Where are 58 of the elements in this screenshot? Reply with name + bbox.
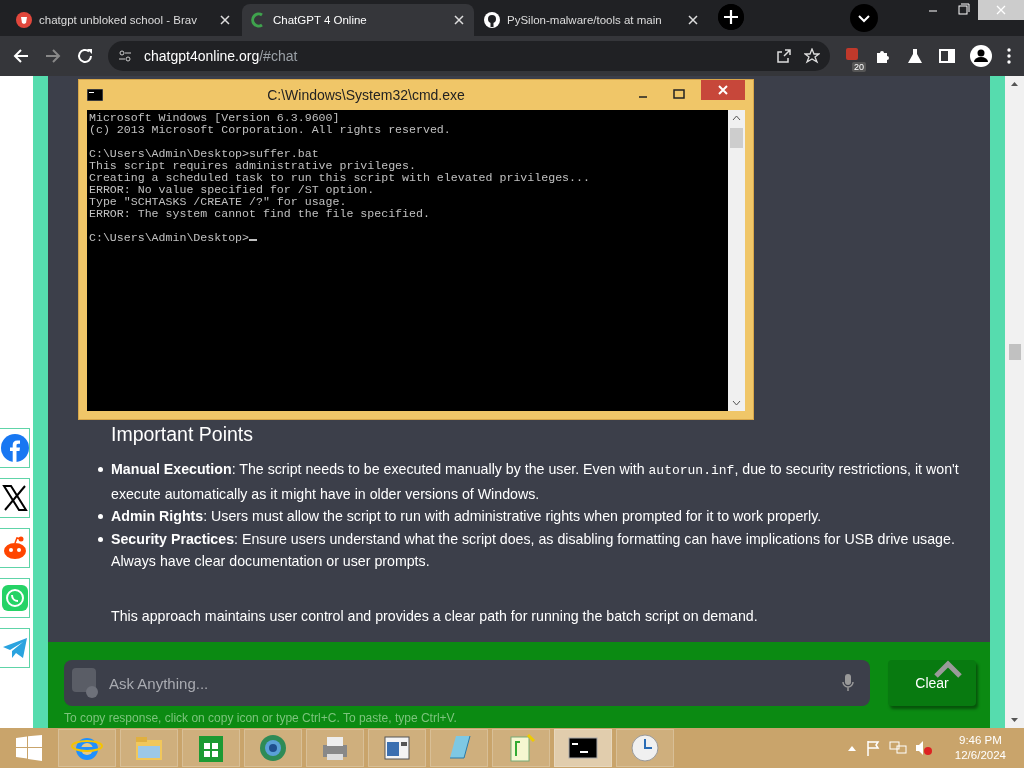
console-line: ERROR: The system cannot find the file specified. xyxy=(89,208,431,220)
facebook-icon[interactable] xyxy=(0,434,29,462)
back-icon[interactable] xyxy=(12,47,30,65)
microphone-icon[interactable] xyxy=(842,674,854,692)
console-line: Type "SCHTASKS /CREATE /?" for usage. xyxy=(89,196,348,208)
clock-time: 9:46 PM xyxy=(959,733,1002,748)
browser-tab[interactable]: ChatGPT 4 Online xyxy=(242,4,474,36)
bullet-text: Manual Execution: The script needs to be executed manually by the user. Even with autorun.inf, due to security restrictions, it won't execute automatically as it might have in older versions of Windows. xyxy=(111,460,960,504)
profile-icon[interactable] xyxy=(970,45,992,67)
scrollbar[interactable] xyxy=(728,110,745,411)
chevron-down-icon[interactable] xyxy=(850,4,878,32)
plus-icon[interactable] xyxy=(718,3,744,30)
hint-text: To copy response, click on copy icon or type Ctrl+C. To paste, type Ctrl+V. xyxy=(64,712,458,724)
more-icon[interactable] xyxy=(1006,47,1012,65)
x-logo-icon[interactable] xyxy=(0,484,29,512)
avatar-icon xyxy=(72,668,98,698)
console-line: ERROR: No value specified for /ST option. xyxy=(89,184,376,196)
bullet-text: Security Practices: Ensure users understand what the script does, as disabling formatting can have implications for USB drive usage. Always have clear documentation or user prompts. xyxy=(111,529,956,571)
browser-tab[interactable]: PySilon-malware/tools at main xyxy=(476,4,708,36)
console-icon xyxy=(87,89,103,101)
shield-icon xyxy=(16,12,32,28)
extension-badge: 20 xyxy=(852,62,866,72)
share-icon[interactable] xyxy=(776,48,792,64)
clock-icon xyxy=(628,732,662,764)
message-field[interactable]: Ask Anything... xyxy=(64,660,870,706)
close-icon[interactable] xyxy=(686,15,700,25)
speaker-muted-icon[interactable] xyxy=(914,740,933,756)
star-icon[interactable] xyxy=(804,48,820,64)
caret-up-icon[interactable] xyxy=(846,744,857,752)
close-icon[interactable] xyxy=(218,15,232,25)
clear-button[interactable]: Clear xyxy=(888,660,976,706)
paragraph: This approach maintains user control and provides a clear path for running the batch script on demand. xyxy=(111,606,759,626)
console-line: This script requires administrative privileges. xyxy=(89,160,417,172)
section-heading: Important Points xyxy=(111,422,254,446)
extension-icon[interactable] xyxy=(844,46,860,62)
browser-tab[interactable]: chatgpt unbloked school - Brav xyxy=(8,4,240,36)
bullet-text: Admin Rights: Users must allow the script to run with administrative rights when prompted for it to work properly. xyxy=(111,507,822,526)
console-line: C:\Users\Admin\Desktop> xyxy=(89,232,726,244)
reload-icon[interactable] xyxy=(76,47,94,65)
console-line: C:\Users\Admin\Desktop>suffer.bat xyxy=(89,148,320,160)
address-bar[interactable]: chatgpt4online.org/#chat xyxy=(108,41,830,71)
cat-logo-icon xyxy=(484,12,500,28)
flask-icon[interactable] xyxy=(906,47,924,65)
forward-icon[interactable] xyxy=(44,47,62,65)
scroll-thumb[interactable] xyxy=(730,128,743,148)
console-line: Microsoft Windows [Version 6.3.9600] xyxy=(89,112,341,124)
windows-logo-icon[interactable] xyxy=(16,735,42,761)
taskbar-button[interactable] xyxy=(554,729,612,767)
flag-icon[interactable] xyxy=(864,740,881,756)
clock-date: 12/6/2024 xyxy=(954,748,1006,763)
sliders-icon[interactable] xyxy=(118,49,132,63)
scroll-thumb[interactable] xyxy=(1008,344,1021,360)
console-line: Creating a scheduled task to run this script with elevated privileges... xyxy=(89,172,591,184)
console-line: (c) 2013 Microsoft Corporation. All rights reserved. xyxy=(89,124,452,136)
close-icon[interactable] xyxy=(452,15,466,25)
window-title: C:\Windows\System32\cmd.exe xyxy=(266,87,466,103)
scrollbar[interactable] xyxy=(1005,76,1024,728)
sidebar-icon[interactable] xyxy=(938,47,956,65)
